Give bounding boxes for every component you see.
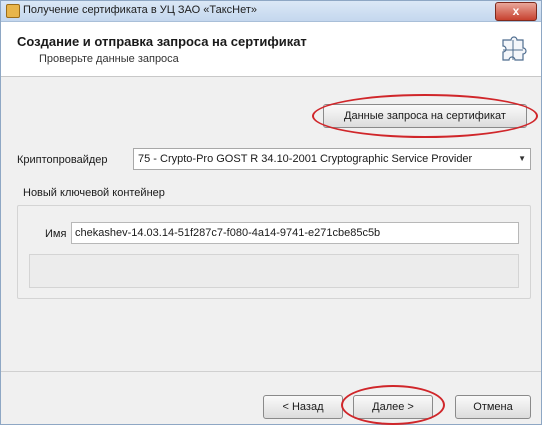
close-button[interactable]: x xyxy=(495,2,537,21)
crypto-provider-value: 75 - Crypto-Pro GOST R 34.10-2001 Crypto… xyxy=(138,153,473,165)
dropdown-arrow-icon[interactable]: ▼ xyxy=(518,149,526,169)
certificate-puzzle-icon xyxy=(502,36,527,61)
title-bar[interactable]: Получение сертификата в УЦ ЗАО «ТаксНет»… xyxy=(1,1,541,22)
next-button[interactable]: Далее > xyxy=(353,395,433,419)
page-title: Создание и отправка запроса на сертифика… xyxy=(17,34,307,49)
container-name-field[interactable]: chekashev-14.03.14-51f287c7-f080-4a14-97… xyxy=(71,222,519,244)
wizard-window: Получение сертификата в УЦ ЗАО «ТаксНет»… xyxy=(0,0,542,425)
container-info-panel xyxy=(29,254,519,288)
container-name-label: Имя xyxy=(45,228,67,240)
page-subtitle: Проверьте данные запроса xyxy=(39,53,179,65)
window-title: Получение сертификата в УЦ ЗАО «ТаксНет» xyxy=(23,4,258,16)
wizard-header: Создание и отправка запроса на сертифика… xyxy=(1,22,541,77)
cancel-button[interactable]: Отмена xyxy=(455,395,531,419)
request-data-button[interactable]: Данные запроса на сертификат xyxy=(323,104,527,128)
container-group-title: Новый ключевой контейнер xyxy=(23,187,165,199)
crypto-provider-select[interactable]: 75 - Crypto-Pro GOST R 34.10-2001 Crypto… xyxy=(133,148,531,170)
back-button[interactable]: < Назад xyxy=(263,395,343,419)
window-icon xyxy=(6,4,20,18)
crypto-provider-label: Криптопровайдер xyxy=(17,154,108,166)
footer-separator xyxy=(1,371,541,372)
